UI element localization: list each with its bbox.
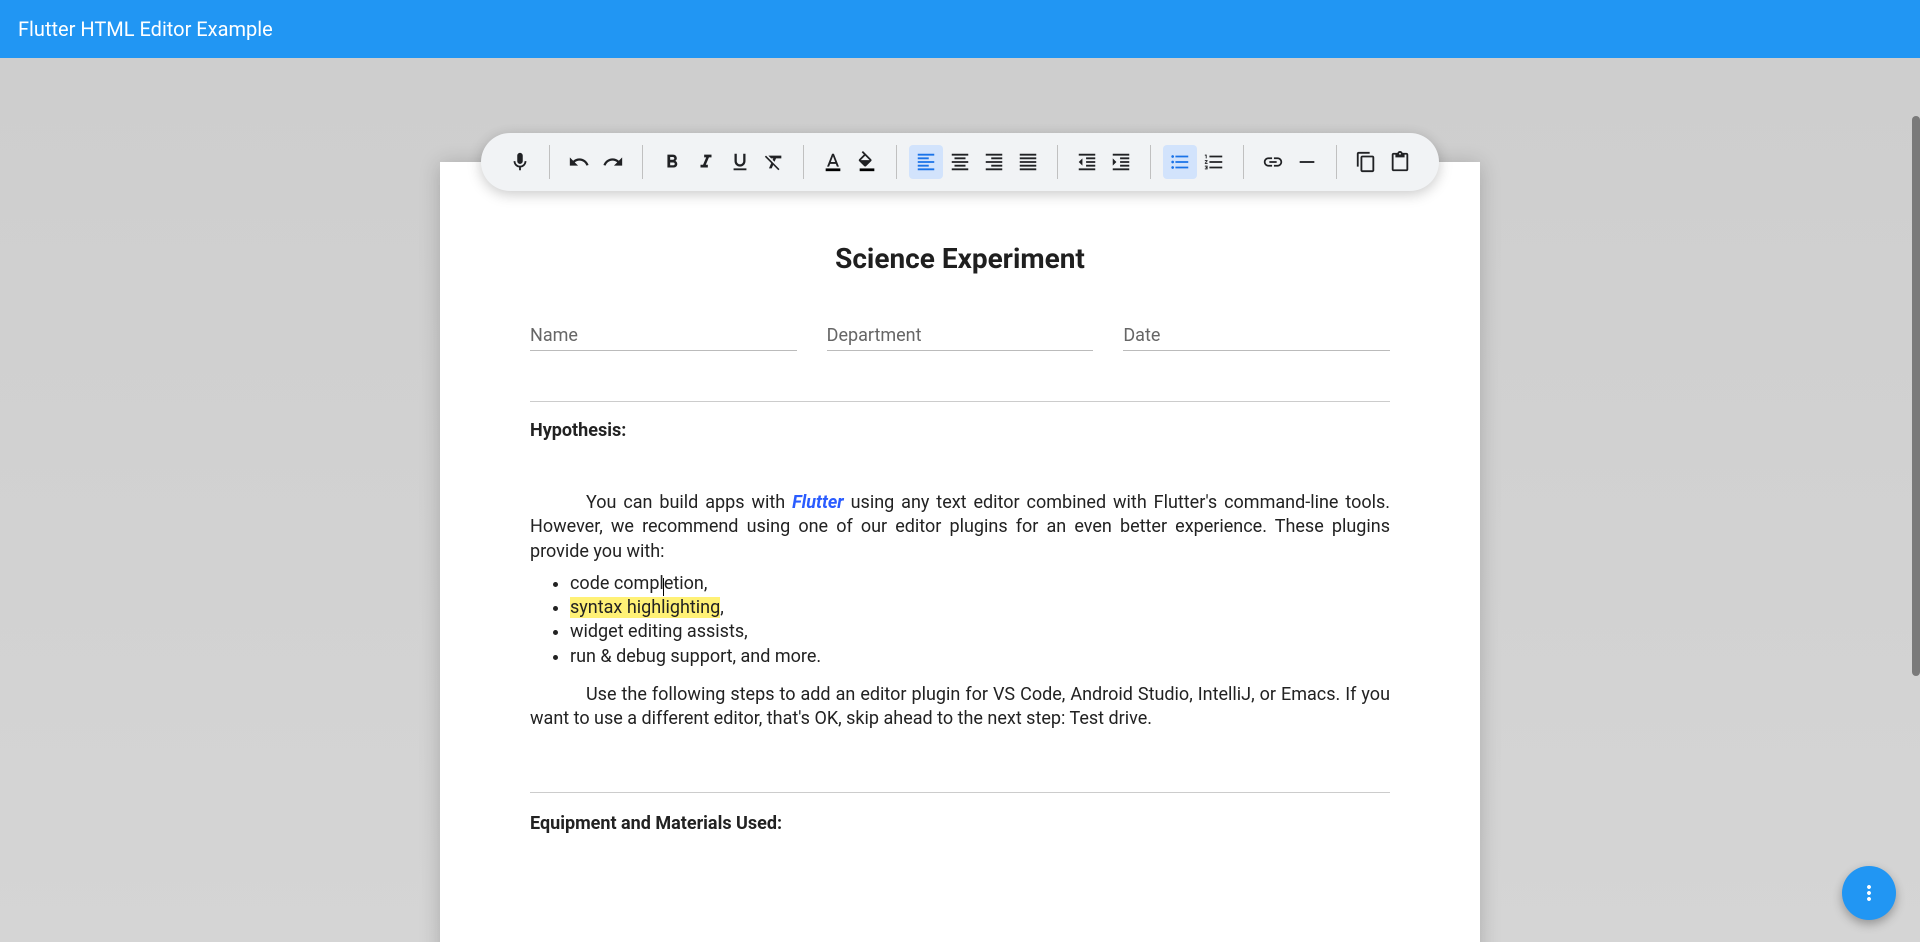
- bullet-item-4[interactable]: run & debug support, and more.: [570, 645, 1390, 669]
- app-bar: Flutter HTML Editor Example: [0, 0, 1920, 58]
- toolbar-separator: [642, 145, 643, 179]
- toolbar-separator: [1057, 145, 1058, 179]
- document-page[interactable]: Science Experiment Name Department Date …: [440, 162, 1480, 942]
- fields-row: Name Department Date: [530, 325, 1390, 351]
- b1b: etion,: [664, 573, 708, 594]
- paragraph-2[interactable]: Use the following steps to add an editor…: [530, 683, 1390, 732]
- toolbar-separator: [803, 145, 804, 179]
- bullet-list-icon[interactable]: [1163, 145, 1197, 179]
- toolbar-separator: [1336, 145, 1337, 179]
- underline-icon[interactable]: [723, 145, 757, 179]
- align-center-icon[interactable]: [943, 145, 977, 179]
- bullet-item-2[interactable]: syntax highlighting,: [570, 596, 1390, 620]
- toolbar-separator: [896, 145, 897, 179]
- align-right-icon[interactable]: [977, 145, 1011, 179]
- horizontal-rule-icon[interactable]: [1290, 145, 1324, 179]
- bullet-item-1[interactable]: code completion,: [570, 572, 1390, 596]
- highlight-color-icon[interactable]: [850, 145, 884, 179]
- document-title: Science Experiment: [530, 242, 1390, 275]
- department-field[interactable]: Department: [827, 325, 1094, 351]
- hypothesis-heading: Hypothesis:: [530, 420, 1390, 441]
- bullet-list[interactable]: code completion, syntax highlighting, wi…: [570, 572, 1390, 669]
- app-bar-title: Flutter HTML Editor Example: [18, 17, 273, 41]
- main-area: Science Experiment Name Department Date …: [0, 58, 1920, 942]
- text-color-icon[interactable]: [816, 145, 850, 179]
- align-left-icon[interactable]: [909, 145, 943, 179]
- text-cursor: [663, 578, 664, 596]
- align-justify-icon[interactable]: [1011, 145, 1045, 179]
- bold-icon[interactable]: [655, 145, 689, 179]
- date-field[interactable]: Date: [1123, 325, 1390, 351]
- scrollbar-track[interactable]: [1912, 116, 1920, 942]
- indent-decrease-icon[interactable]: [1070, 145, 1104, 179]
- toolbar-separator: [1150, 145, 1151, 179]
- divider: [530, 792, 1390, 793]
- indent-increase-icon[interactable]: [1104, 145, 1138, 179]
- fab-button[interactable]: [1842, 866, 1896, 920]
- more-vert-icon: [1857, 881, 1881, 905]
- b1a: code compl: [570, 573, 664, 594]
- bullet-item-3[interactable]: widget editing assists,: [570, 620, 1390, 644]
- link-icon[interactable]: [1256, 145, 1290, 179]
- mic-icon[interactable]: [503, 145, 537, 179]
- editor-toolbar: [481, 133, 1439, 191]
- flutter-word: Flutter: [792, 492, 844, 513]
- undo-icon[interactable]: [562, 145, 596, 179]
- para1-pre: You can build apps with: [586, 492, 792, 513]
- paste-icon[interactable]: [1383, 145, 1417, 179]
- copy-icon[interactable]: [1349, 145, 1383, 179]
- paragraph-1[interactable]: You can build apps with Flutterusing any…: [530, 491, 1390, 564]
- b2b: ,: [720, 597, 724, 618]
- scrollbar-thumb[interactable]: [1912, 116, 1920, 676]
- italic-icon[interactable]: [689, 145, 723, 179]
- highlighted-text: syntax highlighting: [570, 597, 720, 618]
- equipment-heading: Equipment and Materials Used:: [530, 813, 1390, 834]
- name-field[interactable]: Name: [530, 325, 797, 351]
- toolbar-separator: [549, 145, 550, 179]
- divider: [530, 401, 1390, 402]
- toolbar-separator: [1243, 145, 1244, 179]
- clear-format-icon[interactable]: [757, 145, 791, 179]
- numbered-list-icon[interactable]: [1197, 145, 1231, 179]
- redo-icon[interactable]: [596, 145, 630, 179]
